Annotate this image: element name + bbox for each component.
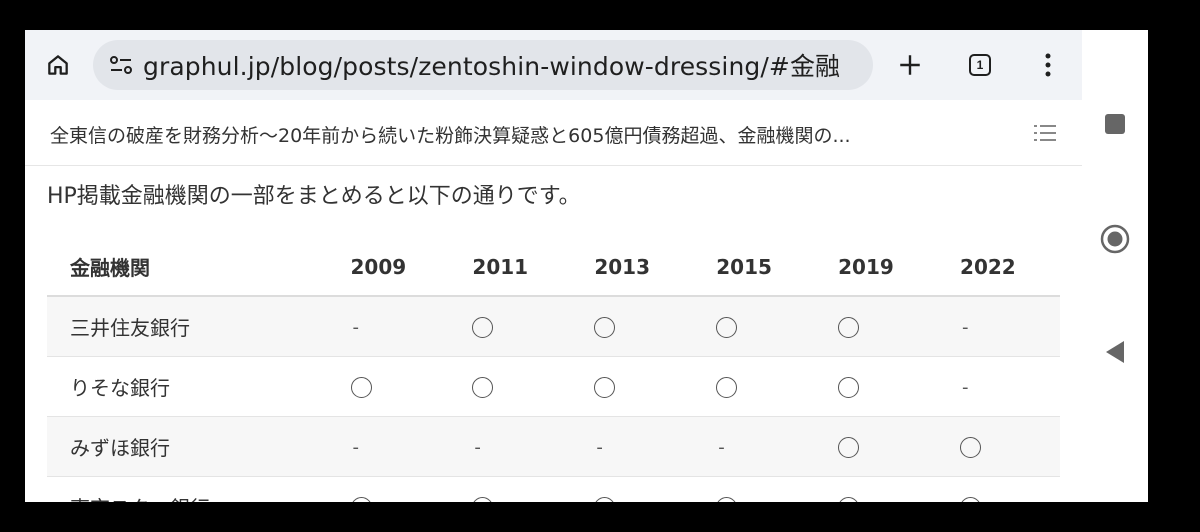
listed-mark: [838, 317, 860, 339]
not-listed-mark: -: [962, 377, 969, 398]
column-header: 2022: [938, 238, 1060, 297]
year-cell: -: [572, 416, 695, 477]
menu-button[interactable]: [1027, 44, 1069, 86]
square-icon: [1105, 114, 1125, 134]
back-button[interactable]: [1082, 322, 1148, 382]
device-frame: graphul.jp/blog/posts/zentoshin-window-d…: [0, 0, 1200, 532]
listed-mark: [594, 497, 616, 502]
table-row: みずほ銀行 - - - -: [47, 416, 1060, 477]
intro-text: HP掲載金融機関の一部をまとめると以下の通りです。: [47, 184, 581, 209]
url-path: /blog/posts/zentoshin-window-dressing/#金…: [270, 52, 841, 81]
column-header: 2019: [816, 238, 939, 297]
list-icon: [1034, 125, 1056, 141]
back-triangle-icon: [1106, 341, 1124, 363]
tab-count-badge: 1: [969, 54, 991, 76]
institution-name-cell: みずほ銀行: [47, 416, 329, 477]
not-listed-mark: -: [718, 437, 725, 458]
url-host: graphul.jp: [143, 52, 271, 81]
listed-mark: [838, 497, 860, 502]
url-text: graphul.jp/blog/posts/zentoshin-window-d…: [143, 47, 840, 83]
year-cell: [450, 476, 573, 502]
not-listed-mark: -: [474, 437, 481, 458]
toc-header[interactable]: 全東信の破産を財務分析〜20年前から続いた粉飾決算疑惑と605億円債務超過、金融…: [25, 100, 1082, 166]
more-vert-icon: [1045, 53, 1051, 77]
year-cell: -: [938, 356, 1060, 417]
plus-icon: [900, 55, 920, 75]
tune-icon: [110, 56, 132, 74]
financial-institutions-table: 金融機関 2009 2011 2013 2015 2019 2022 三井住友銀…: [47, 238, 1060, 502]
year-cell: -: [328, 416, 451, 477]
year-cell: [572, 296, 695, 357]
year-cell: [694, 476, 817, 502]
listed-mark: [716, 377, 738, 398]
browser-screen: graphul.jp/blog/posts/zentoshin-window-d…: [25, 30, 1082, 502]
table-row: 東京スター銀行: [47, 476, 1060, 502]
listed-mark: [594, 377, 616, 398]
not-listed-mark: -: [596, 437, 603, 458]
site-info-button[interactable]: [99, 40, 143, 90]
year-cell: [816, 356, 939, 417]
institution-name-cell: 三井住友銀行: [47, 296, 329, 357]
listed-mark: [838, 377, 860, 398]
listed-mark: [838, 437, 860, 458]
listed-mark: [716, 317, 738, 339]
listed-mark: [472, 317, 494, 339]
year-cell: [328, 476, 451, 502]
year-cell: [328, 356, 451, 417]
home-icon: [48, 55, 68, 75]
year-cell: -: [938, 296, 1060, 357]
listed-mark: [960, 437, 982, 458]
institution-name-cell: 東京スター銀行: [47, 476, 329, 502]
home-button[interactable]: [39, 46, 77, 84]
not-listed-mark: -: [352, 317, 360, 339]
column-header: 2009: [328, 238, 451, 297]
recents-button[interactable]: [1082, 94, 1148, 154]
year-cell: -: [694, 416, 817, 477]
toc-title: 全東信の破産を財務分析〜20年前から続いた粉飾決算疑惑と605億円債務超過、金融…: [50, 125, 851, 147]
tab-switcher-button[interactable]: 1: [959, 44, 1001, 86]
not-listed-mark: -: [352, 437, 360, 458]
not-listed-mark: -: [962, 317, 969, 339]
column-header: 金融機関: [47, 238, 329, 297]
year-cell: [450, 296, 573, 357]
android-nav-bar: [1082, 30, 1148, 502]
year-cell: [938, 416, 1060, 477]
year-cell: [816, 296, 939, 357]
year-cell: -: [450, 416, 573, 477]
address-bar[interactable]: graphul.jp/blog/posts/zentoshin-window-d…: [93, 40, 873, 90]
listed-mark: [350, 377, 372, 398]
new-tab-button[interactable]: [889, 44, 931, 86]
institution-name-cell: りそな銀行: [47, 356, 329, 417]
column-header: 2011: [450, 238, 573, 297]
listed-mark: [716, 497, 738, 502]
year-cell: [572, 476, 695, 502]
year-cell: -: [328, 296, 451, 357]
year-cell: [938, 476, 1060, 502]
year-cell: [572, 356, 695, 417]
listed-mark: [472, 377, 494, 398]
column-header: 2015: [694, 238, 817, 297]
listed-mark: [960, 497, 982, 502]
year-cell: [816, 416, 939, 477]
year-cell: [816, 476, 939, 502]
home-nav-button[interactable]: [1082, 209, 1148, 269]
listed-mark: [350, 497, 372, 502]
column-header: 2013: [572, 238, 695, 297]
browser-toolbar: graphul.jp/blog/posts/zentoshin-window-d…: [25, 30, 1082, 100]
toc-list-button[interactable]: [1030, 120, 1060, 146]
table-row: りそな銀行 -: [47, 356, 1060, 417]
table-row: 三井住友銀行 - -: [47, 296, 1060, 357]
year-cell: [694, 356, 817, 417]
table-header-row: 金融機関 2009 2011 2013 2015 2019 2022: [47, 238, 1060, 297]
listed-mark: [594, 317, 616, 339]
circle-icon: [1100, 224, 1130, 254]
year-cell: [694, 296, 817, 357]
year-cell: [450, 356, 573, 417]
listed-mark: [472, 497, 494, 502]
